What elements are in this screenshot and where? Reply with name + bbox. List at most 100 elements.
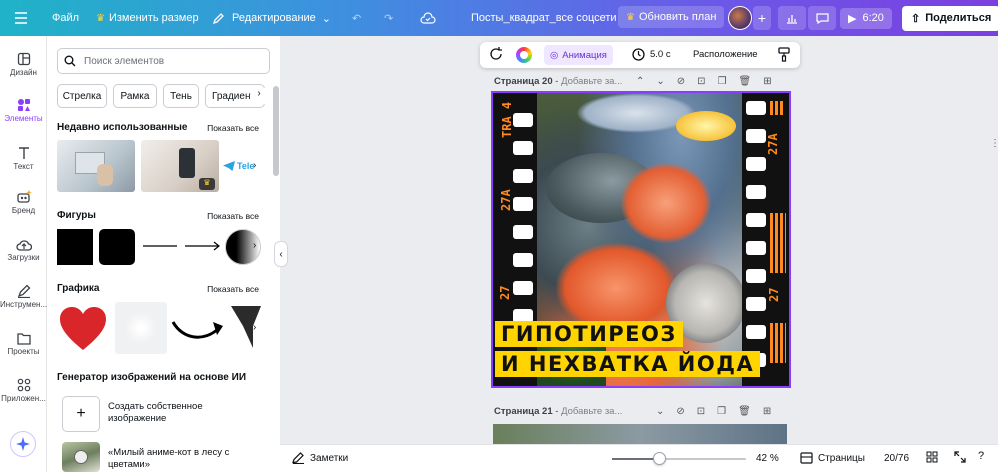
headline-line-2[interactable]: И НЕХВАТКА ЙОДА bbox=[495, 351, 761, 377]
help-icon[interactable]: ? bbox=[978, 450, 984, 462]
grid-view-icon[interactable] bbox=[926, 451, 938, 466]
upgrade-button[interactable]: ♛ Обновить план bbox=[618, 6, 725, 28]
clock-icon bbox=[632, 48, 645, 61]
sample-prompt[interactable]: «Милый аниме-кот в лесу с цветами» bbox=[108, 447, 238, 471]
zoom-level[interactable]: 42 % bbox=[756, 453, 779, 464]
present-button[interactable]: ▶ 6:20 bbox=[840, 0, 892, 36]
rail-uploads[interactable]: Загрузки bbox=[0, 238, 47, 262]
page-21-actions: ⌄ ⊘ ⊡ ❐ 🗑 ⊞ bbox=[656, 406, 771, 417]
delete-icon[interactable]: 🗑 bbox=[739, 76, 752, 87]
insights-icon[interactable] bbox=[778, 0, 806, 36]
undo-icon[interactable]: ↶ bbox=[352, 0, 361, 36]
create-own-label[interactable]: Создать собственное изображение bbox=[108, 401, 238, 425]
lock-icon[interactable]: ⊡ bbox=[697, 76, 705, 87]
curved-arrow-graphic[interactable] bbox=[171, 312, 227, 344]
lock-icon[interactable]: ⊡ bbox=[697, 406, 705, 417]
shapes-show-all[interactable]: Показать все bbox=[207, 211, 259, 221]
create-image-button[interactable]: + bbox=[62, 396, 100, 432]
duration-button[interactable]: 5.0 с bbox=[632, 48, 671, 61]
scroll-handle[interactable]: ⋮ bbox=[990, 138, 998, 149]
add-page-icon[interactable]: ⊞ bbox=[763, 406, 771, 417]
recent-show-all[interactable]: Показать все bbox=[207, 123, 259, 133]
delete-icon[interactable]: 🗑 bbox=[738, 406, 751, 417]
file-menu[interactable]: Файл bbox=[52, 0, 79, 36]
position-button[interactable]: Расположение bbox=[693, 49, 758, 60]
play-time: 6:20 bbox=[862, 12, 884, 24]
magic-assistant-icon[interactable] bbox=[10, 431, 36, 457]
cloud-saved-icon[interactable] bbox=[420, 0, 436, 36]
duplicate-icon[interactable]: ❐ bbox=[718, 76, 727, 87]
document-title[interactable]: Посты_квадрат_все соцсети bbox=[471, 0, 617, 36]
animation-button[interactable]: ◎ Анимация bbox=[544, 45, 613, 65]
pages-button[interactable]: Страницы bbox=[800, 452, 865, 464]
recent-thumb-phone[interactable]: ♛ bbox=[141, 140, 219, 192]
duplicate-icon[interactable]: ❐ bbox=[717, 406, 726, 417]
notes-icon bbox=[292, 452, 304, 464]
graphics-show-all[interactable]: Показать все bbox=[207, 284, 259, 294]
rail-text[interactable]: Текст bbox=[0, 146, 47, 171]
search-input[interactable]: Поиск элементов bbox=[57, 48, 270, 74]
recent-thumb-laptop[interactable] bbox=[57, 140, 135, 192]
square-shape[interactable] bbox=[57, 229, 93, 265]
collapse-panel-button[interactable]: ‹ bbox=[274, 241, 288, 267]
color-picker-icon[interactable] bbox=[516, 47, 532, 63]
notes-button[interactable]: Заметки bbox=[292, 452, 348, 464]
rail-design[interactable]: Дизайн bbox=[0, 52, 47, 77]
chevron-right-icon[interactable]: › bbox=[251, 88, 267, 104]
page-21-header: Страница 21 - Добавьте за... bbox=[494, 406, 623, 417]
redo-icon[interactable]: ↷ bbox=[384, 0, 393, 36]
footer-bar: Заметки 42 % Страницы 20/76 ? bbox=[280, 444, 998, 472]
arrow-line-shape[interactable] bbox=[183, 236, 223, 256]
comment-icon[interactable] bbox=[808, 0, 836, 36]
add-page-icon[interactable]: ⊞ bbox=[763, 76, 771, 87]
chip-frame[interactable]: Рамка bbox=[113, 84, 157, 108]
resize-label: Изменить размер bbox=[108, 12, 199, 24]
rail-apps[interactable]: Приложен... bbox=[0, 378, 47, 403]
avatar[interactable] bbox=[728, 0, 752, 36]
chevron-down-icon[interactable]: ⌄ bbox=[656, 406, 664, 417]
hide-page-icon[interactable]: ⊘ bbox=[677, 76, 685, 87]
page-count[interactable]: 20/76 bbox=[884, 453, 909, 464]
rounded-square-shape[interactable] bbox=[99, 229, 135, 265]
line-shape[interactable] bbox=[141, 236, 179, 256]
recent-thumb-telegram[interactable]: Tele bbox=[223, 158, 263, 174]
page-20-add-title[interactable]: Добавьте за... bbox=[561, 76, 622, 87]
hide-page-icon[interactable]: ⊘ bbox=[676, 406, 684, 417]
edit-mode-dropdown[interactable]: Редактирование ⌄ bbox=[212, 0, 331, 36]
graphics-next-icon[interactable]: › bbox=[253, 322, 256, 333]
recent-next-icon[interactable]: › bbox=[253, 160, 256, 171]
add-collaborator-icon[interactable]: + bbox=[753, 0, 771, 36]
resize-button[interactable]: ♛ Изменить размер bbox=[96, 0, 199, 36]
paint-roller-icon[interactable] bbox=[778, 47, 790, 65]
glow-graphic[interactable] bbox=[115, 302, 167, 354]
scrollbar-thumb[interactable] bbox=[273, 86, 279, 176]
film-code-left-top: TRA 4 bbox=[500, 101, 514, 138]
pages-icon bbox=[800, 452, 813, 464]
heart-graphic[interactable] bbox=[59, 306, 107, 352]
chip-shadow[interactable]: Тень bbox=[163, 84, 199, 108]
telegram-label: Tele bbox=[237, 161, 255, 171]
top-bar: Файл ♛ Изменить размер Редактирование ⌄ … bbox=[0, 0, 998, 36]
anime-cat-thumb[interactable] bbox=[62, 442, 100, 472]
search-icon bbox=[64, 55, 76, 67]
design-page-20[interactable]: TRA 4 27A 27 27A 27 ГИПОТИРЕОЗ И НЕХВАТК… bbox=[491, 91, 791, 388]
page-21-add-title[interactable]: Добавьте за... bbox=[561, 406, 622, 417]
rail-projects[interactable]: Проекты bbox=[0, 332, 47, 356]
apps-icon bbox=[17, 378, 30, 392]
chevron-down-icon[interactable]: ⌄ bbox=[656, 76, 664, 87]
headline-line-1[interactable]: ГИПОТИРЕОЗ bbox=[495, 321, 683, 347]
chip-arrow[interactable]: Стрелка bbox=[57, 84, 107, 108]
chevron-up-icon[interactable]: ⌃ bbox=[636, 76, 644, 87]
zoom-slider[interactable] bbox=[612, 452, 746, 465]
spotlight-graphic[interactable] bbox=[229, 304, 265, 352]
rail-elements[interactable]: Элементы bbox=[0, 98, 47, 123]
fullscreen-icon[interactable] bbox=[954, 451, 966, 466]
share-button[interactable]: ⇧ Поделиться bbox=[902, 0, 998, 36]
refresh-icon[interactable] bbox=[488, 46, 504, 65]
page-20-header: Страница 20 - Добавьте за... bbox=[494, 76, 623, 87]
rail-brand[interactable]: Бренд bbox=[0, 190, 47, 215]
rail-tools[interactable]: Инструмен... bbox=[0, 284, 47, 309]
menu-icon[interactable] bbox=[14, 0, 28, 36]
shapes-next-icon[interactable]: › bbox=[253, 240, 256, 251]
zoom-slider-thumb[interactable] bbox=[653, 452, 666, 465]
